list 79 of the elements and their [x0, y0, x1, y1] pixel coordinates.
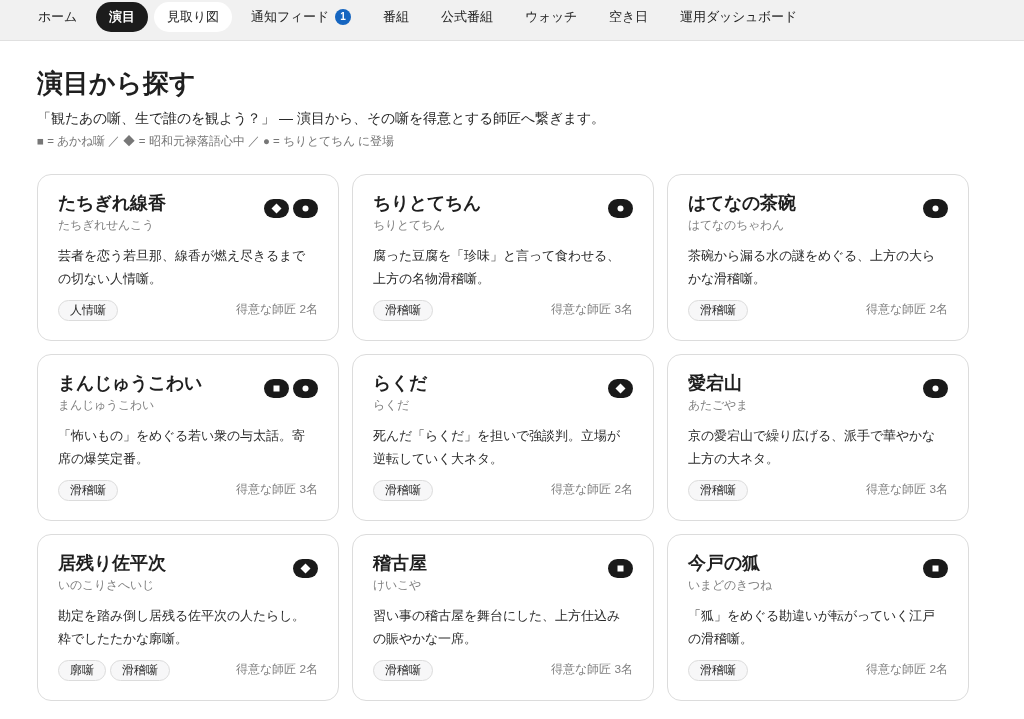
genre-tag: 滑稽噺: [373, 479, 433, 501]
square-mark-icon: [923, 558, 948, 578]
performance-card[interactable]: 居残り佐平次 いのこりさへいじ 勘定を踏み倒し居残る佐平次の人たらし。粋でしたたかな廓噺。 廓噺 滑稽噺 得意な師匠 2名: [37, 533, 339, 701]
card-reading: らくだ: [373, 396, 410, 414]
dot-mark-icon: [608, 198, 633, 218]
card-reading: まんじゅうこわい: [58, 396, 155, 414]
dot-mark-icon: [293, 378, 318, 398]
master-count: 得意な師匠 3名: [236, 481, 318, 499]
nav-tab[interactable]: 演目: [96, 2, 148, 32]
performance-card[interactable]: はてなの茶碗 はてなのちゃわん 茶碗から漏る水の謎をめぐる、上方の大らかな滑稽噺。 滑稽噺 得意な師匠 2名: [667, 173, 969, 341]
card-description: 勘定を踏み倒し居残る佐平次の人たらし。粋でしたたかな廓噺。: [58, 606, 306, 648]
genre-tag: 滑稽噺: [373, 299, 433, 321]
master-count: 得意な師匠 3名: [551, 301, 633, 319]
genre-tag: 滑稽噺: [58, 479, 118, 501]
page-title: 演目から探す: [37, 67, 197, 100]
performance-card[interactable]: ちりとてちん ちりとてちん 腐った豆腐を「珍味」と言って食わせる、上方の名物滑稽噺。 滑稽噺 得意な師匠 3名: [352, 173, 654, 341]
card-reading: たちぎれせんこう: [58, 216, 155, 234]
nav-tab[interactable]: ホーム: [25, 2, 90, 32]
master-count: 得意な師匠 2名: [866, 301, 948, 319]
dot-mark-icon: [923, 378, 948, 398]
card-title: 稽古屋: [373, 551, 427, 575]
nav-tab[interactable]: 通知フィード 1: [238, 2, 364, 32]
card-description: 茶碗から漏る水の謎をめぐる、上方の大らかな滑稽噺。: [688, 246, 936, 288]
card-description: 死んだ「らくだ」を担いで強談判。立場が逆転していく大ネタ。: [373, 426, 621, 468]
card-title: 今戸の狐: [688, 551, 761, 575]
card-reading: あたごやま: [688, 396, 748, 414]
card-reading: いのこりさへいじ: [58, 576, 155, 594]
diamond-mark-icon: [608, 378, 633, 398]
master-count: 得意な師匠 2名: [866, 661, 948, 679]
page-subtitle: 「観たあの噺、生で誰のを観よう？」 — 演目から、その噺を得意とする師匠へ繋ぎます。: [37, 108, 606, 128]
card-title: らくだ: [373, 371, 427, 395]
card-description: 芸者を恋う若旦那、線香が燃え尽きるまでの切ない人情噺。: [58, 246, 306, 288]
dot-mark-icon: [923, 198, 948, 218]
nav-tab[interactable]: 公式番組: [428, 2, 506, 32]
card-title: まんじゅうこわい: [58, 371, 202, 395]
genre-tag: 滑稽噺: [688, 659, 748, 681]
card-description: 習い事の稽古屋を舞台にした、上方仕込みの賑やかな一席。: [373, 606, 621, 648]
count-badge: 1: [335, 9, 351, 25]
nav-tab[interactable]: 見取り図: [154, 2, 232, 32]
performance-card[interactable]: たちぎれ線香 たちぎれせんこう 芸者を恋う若旦那、線香が燃え尽きるまでの切ない人情噺。 人情噺 得意な師匠 2名: [37, 173, 339, 341]
master-count: 得意な師匠 3名: [551, 661, 633, 679]
diamond-mark-icon: [293, 558, 318, 578]
dot-mark-icon: [293, 198, 318, 218]
master-count: 得意な師匠 2名: [551, 481, 633, 499]
square-mark-icon: [264, 378, 289, 398]
card-reading: いまどのきつね: [688, 576, 772, 594]
card-title: 愛宕山: [688, 371, 743, 395]
nav-tab[interactable]: 空き日: [596, 2, 661, 32]
genre-tag: 滑稽噺: [688, 299, 748, 321]
card-reading: はてなのちゃわん: [688, 216, 785, 234]
performance-card[interactable]: 愛宕山 あたごやま 京の愛宕山で繰り広げる、派手で華やかな上方の大ネタ。 滑稽噺 得意な師匠 3名: [667, 353, 969, 521]
master-count: 得意な師匠 3名: [866, 481, 948, 499]
genre-tag: 滑稽噺: [373, 659, 433, 681]
genre-tag: 滑稽噺: [688, 479, 748, 501]
card-title: 居残り佐平次: [58, 551, 166, 575]
card-description: 京の愛宕山で繰り広げる、派手で華やかな上方の大ネタ。: [688, 426, 936, 468]
mark-legend: ■ = あかね噺 ／ ◆ = 昭和元禄落語心中 ／ ● = ちりとてちん に登場: [37, 132, 1024, 150]
card-title: ちりとてちん: [373, 191, 481, 215]
master-count: 得意な師匠 2名: [236, 301, 318, 319]
square-mark-icon: [608, 558, 633, 578]
card-description: 腐った豆腐を「珍味」と言って食わせる、上方の名物滑稽噺。: [373, 246, 621, 288]
card-description: 「狐」をめぐる勘違いが転がっていく江戸の滑稽噺。: [688, 606, 936, 648]
genre-tag: 人情噺: [58, 299, 118, 321]
card-reading: けいこや: [373, 576, 422, 594]
nav-tab[interactable]: 運用ダッシュボード: [667, 2, 810, 32]
genre-tag: 滑稽噺: [110, 659, 170, 681]
card-reading: ちりとてちん: [373, 216, 446, 234]
card-description: 「怖いもの」をめぐる若い衆の与太話。寄席の爆笑定番。: [58, 426, 306, 468]
diamond-mark-icon: [264, 198, 289, 218]
master-count: 得意な師匠 2名: [236, 661, 318, 679]
genre-tag: 廓噺: [58, 659, 106, 681]
nav-tab[interactable]: ウォッチ: [512, 2, 590, 32]
card-title: たちぎれ線香: [58, 191, 166, 215]
performance-card[interactable]: らくだ らくだ 死んだ「らくだ」を担いで強談判。立場が逆転していく大ネタ。 滑稽噺 得意な師匠 2名: [352, 353, 654, 521]
card-title: はてなの茶碗: [688, 191, 796, 215]
performance-card[interactable]: まんじゅうこわい まんじゅうこわい 「怖いもの」をめぐる若い衆の与太話。寄席の爆笑定番。 滑稽噺 得意な師匠 3名: [37, 353, 339, 521]
nav-tab[interactable]: 番組: [370, 2, 422, 32]
performance-card[interactable]: 稽古屋 けいこや 習い事の稽古屋を舞台にした、上方仕込みの賑やかな一席。 滑稽噺 得意な師匠 3名: [352, 533, 654, 701]
performance-card[interactable]: 今戸の狐 いまどのきつね 「狐」をめぐる勘違いが転がっていく江戸の滑稽噺。 滑稽噺 得意な師匠 2名: [667, 533, 969, 701]
